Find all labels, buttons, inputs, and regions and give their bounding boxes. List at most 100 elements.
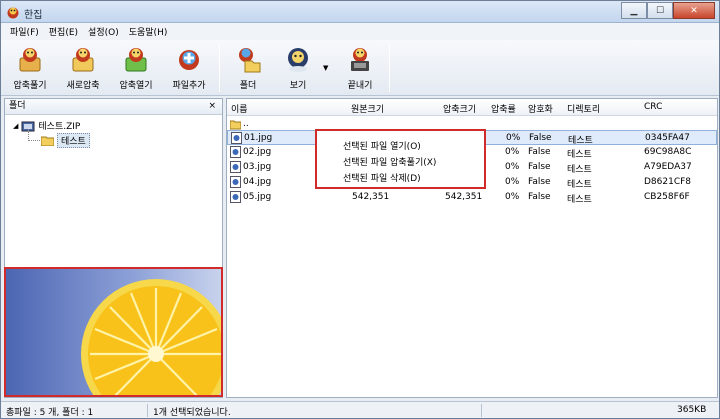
menu-settings[interactable]: 설정(O) <box>83 25 124 38</box>
file-ratio: 0% <box>505 162 520 172</box>
image-file-icon <box>230 146 241 158</box>
folder-button[interactable]: 폴더 <box>223 44 273 92</box>
tree-root-label: 테스트.ZIP <box>38 122 81 132</box>
image-file-icon <box>231 132 242 144</box>
lemon-preview-image <box>6 269 221 395</box>
add-file-button[interactable]: 파일추가 <box>164 44 214 92</box>
new-archive-label: 새로압축 <box>66 81 100 91</box>
tree-connector <box>28 140 40 141</box>
status-bar: 총파일 : 5 개, 폴더 : 1 1개 선택되었습니다. 365KB <box>1 401 719 418</box>
menu-file[interactable]: 파일(F) <box>5 25 44 38</box>
table-row[interactable]: 05.jpg 542,351 542,351 0% False 테스트 CB25… <box>227 190 717 205</box>
image-file-icon <box>230 161 241 173</box>
add-file-label: 파일추가 <box>172 81 206 91</box>
file-crc: 69C98A8C <box>644 147 692 157</box>
file-compressed-size: 542,351 <box>445 192 483 202</box>
exit-button[interactable]: 끝내기 <box>335 44 385 92</box>
open-archive-icon <box>125 48 147 72</box>
extract-icon <box>19 48 41 72</box>
image-file-icon <box>230 191 241 203</box>
file-name: .. <box>243 119 249 129</box>
status-divider <box>147 404 148 417</box>
file-directory: 테스트 <box>567 180 592 190</box>
file-encryption: False <box>528 147 551 157</box>
status-size: 365KB <box>677 405 707 415</box>
view-label: 보기 <box>289 81 307 91</box>
menu-edit[interactable]: 편집(E) <box>44 25 83 38</box>
file-ratio: 0% <box>505 177 520 187</box>
toolbar-separator <box>219 44 220 92</box>
status-divider <box>481 404 482 417</box>
status-selection: 1개 선택되었습니다. <box>153 408 231 418</box>
col-compressed-size[interactable]: 압축크기 <box>443 102 476 115</box>
view-button[interactable]: 보기 <box>273 44 323 92</box>
file-directory: 테스트 <box>567 195 592 205</box>
extract-button[interactable]: 압축풀기 <box>5 44 55 92</box>
tree-item-archive[interactable]: ◢ 테스트.ZIP <box>13 119 80 132</box>
col-name[interactable]: 이름 <box>231 102 248 115</box>
view-icon <box>288 48 308 72</box>
new-archive-button[interactable]: 새로압축 <box>58 44 108 92</box>
col-directory[interactable]: 디렉토리 <box>567 102 600 115</box>
file-encryption: False <box>529 133 552 143</box>
toolbar-separator <box>389 44 390 92</box>
app-window: 한집 ▁ ☐ ✕ 파일(F) 편집(E) 설정(O) 도움말(H) 압축풀기 새… <box>0 0 720 419</box>
new-archive-icon <box>72 48 94 72</box>
col-crc[interactable]: CRC <box>644 102 662 112</box>
file-directory: 테스트 <box>567 150 592 160</box>
file-crc: D8621CF8 <box>644 177 692 187</box>
folder-icon <box>239 48 261 73</box>
context-menu: 선택된 파일 열기(O) 선택된 파일 압축풀기(X) 선택된 파일 삭제(D) <box>315 129 486 189</box>
extract-label: 압축풀기 <box>13 81 47 91</box>
panel-close-icon[interactable]: × <box>208 99 216 114</box>
open-archive-label: 압축열기 <box>119 81 153 91</box>
menu-bar: 파일(F) 편집(E) 설정(O) 도움말(H) <box>1 23 719 40</box>
file-name: 01.jpg <box>244 133 273 143</box>
toolbar: 압축풀기 새로압축 압축열기 파일추가 폴더 보기 ▼ 끝내기 <box>1 40 719 96</box>
column-header: 이름 원본크기 압축크기 압축률 암호화 디렉토리 CRC <box>227 99 717 116</box>
view-dropdown-icon[interactable]: ▼ <box>323 64 328 72</box>
file-crc: CB258F6F <box>644 192 690 202</box>
add-file-icon <box>179 50 199 70</box>
title-bar: 한집 ▁ ☐ ✕ <box>1 1 719 23</box>
menu-help[interactable]: 도움말(H) <box>124 25 173 38</box>
collapse-icon[interactable]: ◢ <box>13 122 18 130</box>
open-archive-button[interactable]: 압축열기 <box>111 44 161 92</box>
file-directory: 테스트 <box>567 165 592 175</box>
file-crc: A79EDA37 <box>644 162 692 172</box>
status-file-count: 총파일 : 5 개, 폴더 : 1 <box>6 408 94 418</box>
exit-label: 끝내기 <box>347 81 373 91</box>
context-extract-item[interactable]: 선택된 파일 압축풀기(X) <box>343 155 436 168</box>
file-original-size: 542,351 <box>352 192 390 202</box>
col-encryption[interactable]: 암호화 <box>528 102 553 115</box>
image-preview <box>4 267 223 397</box>
window-controls: ▁ ☐ ✕ <box>621 2 715 20</box>
file-encryption: False <box>528 162 551 172</box>
folder-up-icon <box>230 120 241 130</box>
app-icon <box>7 7 19 19</box>
context-open-item[interactable]: 선택된 파일 열기(O) <box>343 139 421 152</box>
file-encryption: False <box>528 177 551 187</box>
tree-item-folder[interactable]: 테스트 <box>41 133 90 148</box>
window-title: 한집 <box>24 10 43 21</box>
image-file-icon <box>230 176 241 188</box>
file-encryption: False <box>528 192 551 202</box>
folder-panel-header: 폴더 × <box>5 99 222 115</box>
file-ratio: 0% <box>506 133 521 143</box>
file-crc: 0345FA47 <box>645 133 690 143</box>
col-ratio[interactable]: 압축률 <box>491 102 516 115</box>
exit-icon <box>351 48 369 71</box>
close-button[interactable]: ✕ <box>673 2 715 19</box>
minimize-button[interactable]: ▁ <box>621 2 647 19</box>
file-ratio: 0% <box>505 147 520 157</box>
context-delete-item[interactable]: 선택된 파일 삭제(D) <box>343 171 421 184</box>
file-name: 05.jpg <box>243 192 272 202</box>
maximize-button[interactable]: ☐ <box>647 2 673 19</box>
file-name: 04.jpg <box>243 177 272 187</box>
file-name: 02.jpg <box>243 147 272 157</box>
file-ratio: 0% <box>505 192 520 202</box>
tree-child-label: 테스트 <box>57 133 90 148</box>
col-original-size[interactable]: 원본크기 <box>351 102 384 115</box>
folder-panel-title: 폴더 <box>9 101 26 111</box>
file-name: 03.jpg <box>243 162 272 172</box>
